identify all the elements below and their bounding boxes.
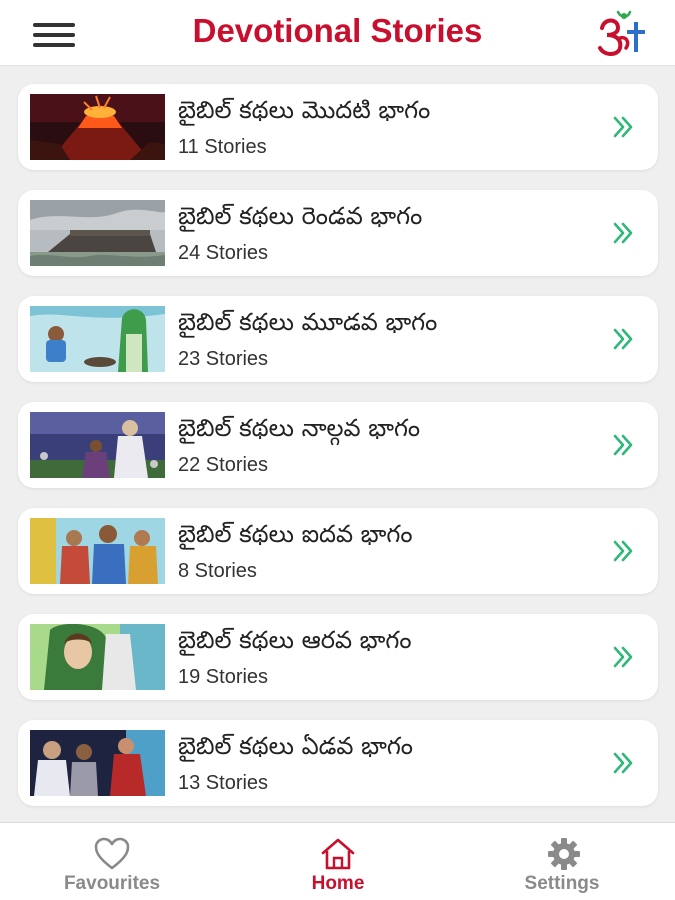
chevron-right-icon	[613, 222, 633, 244]
chevron-right-icon	[613, 116, 633, 138]
home-icon	[321, 838, 355, 870]
well-illustration	[30, 306, 165, 372]
story-count: 11 Stories	[178, 136, 267, 158]
story-count: 13 Stories	[178, 772, 269, 794]
tab-label: Favourites	[63, 873, 161, 894]
list-item[interactable]: బైబిల్ కథలు మూడవ భాగం 23 Stories	[18, 296, 658, 382]
tab-label: Settings	[524, 873, 600, 894]
list-item[interactable]: బైబిల్ కథలు ఏడవ భాగం 13 Stories	[18, 720, 658, 806]
story-title: బైబిల్ కథలు ఆరవ భాగం	[178, 626, 412, 654]
om-cross-logo-icon[interactable]	[596, 8, 650, 58]
tab-settings[interactable]: Settings	[462, 823, 662, 900]
thumbnail-graphic	[30, 412, 165, 478]
ark-illustration	[30, 200, 165, 266]
tab-favourites[interactable]: Favourites	[12, 823, 212, 900]
story-count: 22 Stories	[178, 454, 269, 476]
chevron-right-icon	[613, 328, 633, 350]
om-cross-logo-icon-graphic	[598, 10, 645, 56]
gear-icon	[548, 838, 580, 870]
tab-label: Home	[311, 873, 365, 894]
story-count: 8 Stories	[178, 560, 257, 582]
men-illustration	[30, 518, 165, 584]
thumbnail-graphic	[30, 730, 165, 796]
prophet-illustration	[30, 412, 165, 478]
story-count: 23 Stories	[178, 348, 269, 370]
bottom-tab-bar: Favourites Home Settings	[0, 822, 675, 900]
thumbnail-graphic	[30, 94, 165, 160]
heart-icon	[94, 837, 130, 870]
story-count: 19 Stories	[178, 666, 269, 688]
story-title: బైబిల్ కథలు మూడవ భాగం	[178, 308, 438, 336]
list-item[interactable]: బైబిల్ కథలు నాల్గవ భాగం 22 Stories	[18, 402, 658, 488]
thumbnail-graphic	[30, 306, 165, 372]
chevron-right-icon	[613, 540, 633, 562]
list-item[interactable]: బైబిల్ కథలు ఐదవ భాగం 8 Stories	[18, 508, 658, 594]
chevron-right-icon	[613, 752, 633, 774]
list-item[interactable]: బైబిల్ కథలు రెండవ భాగం 24 Stories	[18, 190, 658, 276]
story-title: బైబిల్ కథలు మొదటి భాగం	[178, 96, 431, 124]
page-title: Devotional Stories	[192, 12, 483, 49]
tab-home[interactable]: Home	[238, 823, 438, 900]
story-list: బైబిల్ కథలు మొదటి భాగం 11 Stories బైబిల్…	[0, 66, 675, 822]
thumbnail-graphic	[30, 624, 165, 690]
apostles-illustration	[30, 730, 165, 796]
thumbnail-graphic	[30, 518, 165, 584]
story-count: 24 Stories	[178, 242, 269, 264]
thumbnail-graphic	[30, 200, 165, 266]
story-title: బైబిల్ కథలు రెండవ భాగం	[178, 202, 423, 230]
list-item[interactable]: బైబిల్ కథలు మొదటి భాగం 11 Stories	[18, 84, 658, 170]
app-header: Devotional Stories	[0, 0, 675, 66]
story-title: బైబిల్ కథలు నాల్గవ భాగం	[178, 414, 421, 442]
story-title: బైబిల్ కథలు ఐదవ భాగం	[178, 520, 413, 548]
volcano-illustration	[30, 94, 165, 160]
chevron-right-icon	[613, 646, 633, 668]
story-title: బైబిల్ కథలు ఏడవ భాగం	[178, 732, 413, 760]
chevron-right-icon	[613, 434, 633, 456]
woman-illustration	[30, 624, 165, 690]
list-item[interactable]: బైబిల్ కథలు ఆరవ భాగం 19 Stories	[18, 614, 658, 700]
